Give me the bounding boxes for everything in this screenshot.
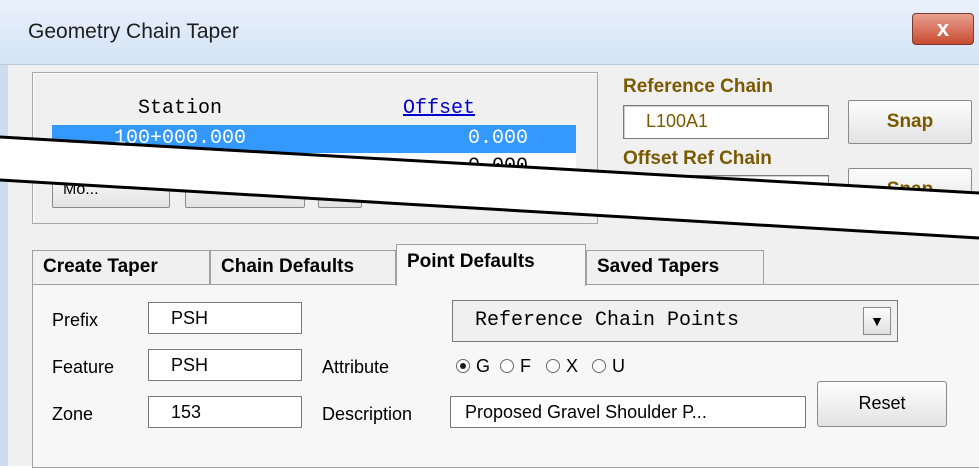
radio-icon [592, 359, 606, 373]
description-input[interactable]: Proposed Gravel Shoulder P... [450, 396, 806, 428]
radio-selected-icon [456, 359, 470, 373]
radio-label: X [566, 356, 579, 376]
chevron-down-icon[interactable]: ▼ [863, 307, 891, 335]
radio-label: F [520, 356, 531, 376]
feature-label: Feature [52, 357, 115, 377]
tab-point-defaults[interactable]: Point Defaults [396, 244, 586, 286]
feature-input[interactable]: PSH [148, 349, 302, 381]
reset-button[interactable]: Reset [817, 381, 947, 427]
radio-label: G [476, 356, 491, 376]
zone-label: Zone [52, 404, 94, 424]
dialog-window: Geometry Chain Taper x Station Offset 10… [0, 0, 979, 468]
attribute-label: Attribute [322, 357, 390, 377]
points-source-value: Reference Chain Points [475, 309, 740, 332]
prefix-input[interactable]: PSH [148, 302, 302, 334]
radio-label: U [612, 356, 625, 376]
points-source-dropdown[interactable]: Reference Chain Points ▼ [452, 300, 898, 342]
radio-icon [500, 359, 514, 373]
description-label: Description [322, 404, 413, 424]
tab-create-taper[interactable]: Create Taper [32, 250, 210, 284]
radio-icon [546, 359, 560, 373]
tab-chain-defaults[interactable]: Chain Defaults [210, 250, 396, 284]
prefix-label: Prefix [52, 310, 99, 330]
reset-button-label: Reset [858, 393, 906, 413]
tab-saved-tapers[interactable]: Saved Tapers [586, 250, 764, 284]
zone-input[interactable]: 153 [148, 396, 302, 428]
